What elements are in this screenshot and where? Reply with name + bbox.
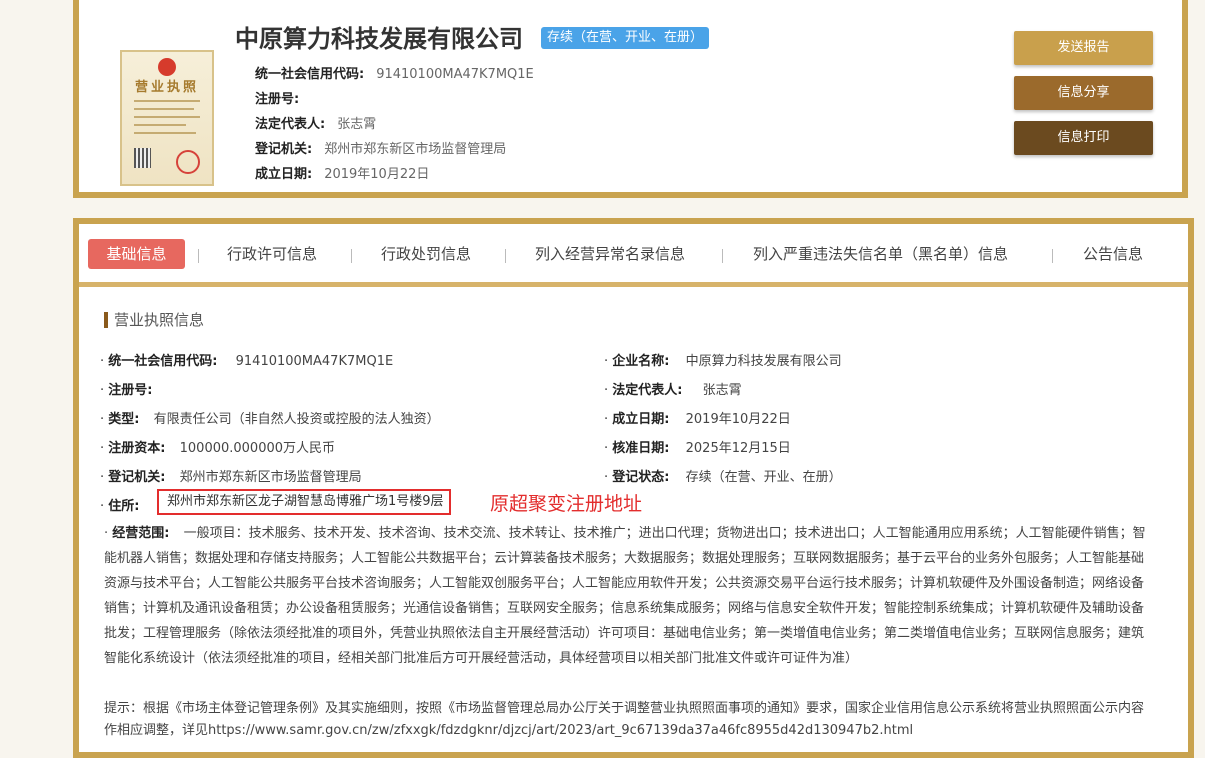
tab-divider: [505, 249, 506, 263]
field-capital: · 注册资本: 100000.000000万人民币: [100, 437, 335, 456]
info-tabs: 基础信息 行政许可信息 行政处罚信息 列入经营异常名录信息 列入严重违法失信名单…: [79, 224, 1188, 287]
reg-no-label: 注册号:: [255, 92, 300, 107]
address-highlight-box: 郑州市郑东新区龙子湖智慧岛博雅广场1号楼9层: [157, 489, 451, 515]
tab-admin-penalty[interactable]: 行政处罚信息: [381, 239, 471, 269]
field-label: 住所:: [108, 499, 140, 514]
field-value: 2025年12月15日: [685, 441, 791, 456]
credit-code-value: 91410100MA47K7MQ1E: [376, 67, 534, 82]
field-label: 注册资本:: [108, 441, 166, 456]
scope-label: 经营范围:: [112, 526, 170, 541]
field-label: 注册号:: [108, 383, 153, 398]
field-credit-code: · 统一社会信用代码: 91410100MA47K7MQ1E: [100, 350, 393, 369]
business-license-thumbnail[interactable]: 营业执照: [120, 50, 214, 186]
license-text-line: [134, 100, 200, 102]
field-value: 100000.000000万人民币: [179, 441, 336, 456]
bullet: ·: [100, 412, 105, 427]
founded-row: 成立日期: 2019年10月22日: [255, 163, 429, 182]
license-text-line: [134, 132, 196, 134]
field-value: 91410100MA47K7MQ1E: [235, 354, 394, 369]
authority-label: 登记机关:: [255, 142, 313, 157]
license-title: 营业执照: [134, 80, 199, 95]
scope-text: 一般项目：技术服务、技术开发、技术咨询、技术交流、技术转让、技术推广；进出口代理…: [104, 526, 1146, 666]
basic-info-card: 基础信息 行政许可信息 行政处罚信息 列入经营异常名录信息 列入严重违法失信名单…: [73, 218, 1194, 758]
founded-value: 2019年10月22日: [324, 167, 430, 182]
field-founded: · 成立日期: 2019年10月22日: [604, 408, 791, 427]
founded-label: 成立日期:: [255, 167, 313, 182]
field-value: 郑州市郑东新区市场监督管理局: [179, 470, 362, 485]
field-address-label: · 住所:: [100, 495, 139, 514]
field-label: 统一社会信用代码:: [108, 354, 218, 369]
company-header-card: 营业执照 中原算力科技发展有限公司 存续（在营、开业、在册） 统一社会信用代码:…: [73, 0, 1188, 198]
credit-code-label: 统一社会信用代码:: [255, 67, 365, 82]
field-label: 登记状态:: [612, 470, 670, 485]
bullet: ·: [604, 470, 609, 485]
field-type: · 类型: 有限责任公司（非自然人投资或控股的法人独资）: [100, 408, 440, 427]
bullet: ·: [100, 499, 105, 514]
share-info-button[interactable]: 信息分享: [1014, 76, 1153, 110]
official-seal-icon: [176, 150, 200, 174]
bullet: ·: [604, 412, 609, 427]
tab-announcements[interactable]: 公告信息: [1083, 239, 1143, 269]
bullet: ·: [100, 470, 105, 485]
print-info-button[interactable]: 信息打印: [1014, 121, 1153, 155]
tab-divider: [351, 249, 352, 263]
authority-row: 登记机关: 郑州市郑东新区市场监督管理局: [255, 138, 506, 157]
field-reg-no: · 注册号:: [100, 379, 152, 398]
field-label: 类型:: [108, 412, 140, 427]
section-title: 营业执照信息: [104, 312, 204, 328]
tab-divider: [722, 249, 723, 263]
bullet: ·: [104, 526, 109, 541]
qr-code-icon: [134, 148, 151, 168]
field-value: 存续（在营、开业、在册）: [685, 470, 842, 485]
field-label: 法定代表人:: [612, 383, 683, 398]
business-scope: · 经营范围: 一般项目：技术服务、技术开发、技术咨询、技术交流、技术转让、技术…: [104, 521, 1156, 671]
legal-rep-value: 张志霄: [337, 117, 377, 132]
bullet: ·: [100, 441, 105, 456]
tab-divider: [1052, 249, 1053, 263]
address-annotation: 原超聚变注册地址: [490, 493, 643, 515]
tab-basic-info[interactable]: 基础信息: [88, 239, 185, 269]
license-text-line: [134, 108, 194, 110]
reg-no-row: 注册号:: [255, 88, 311, 107]
legal-rep-label: 法定代表人:: [255, 117, 326, 132]
tab-divider: [198, 249, 199, 263]
license-text-line: [134, 116, 200, 118]
credit-code-row: 统一社会信用代码: 91410100MA47K7MQ1E: [255, 63, 534, 82]
license-text-line: [134, 124, 186, 126]
tab-admin-license[interactable]: 行政许可信息: [227, 239, 317, 269]
field-legal-rep: · 法定代表人: 张志霄: [604, 379, 742, 398]
tab-blacklist[interactable]: 列入严重违法失信名单（黑名单）信息: [753, 239, 1008, 269]
field-label: 企业名称:: [612, 354, 670, 369]
notice-tip: 提示：根据《市场主体登记管理条例》及其实施细则，按照《市场监督管理总局办公厅关于…: [104, 701, 1145, 738]
status-badge: 存续（在营、开业、在册）: [541, 27, 710, 49]
tab-abnormal-list[interactable]: 列入经营异常名录信息: [535, 239, 685, 269]
field-value: 2019年10月22日: [685, 412, 791, 427]
bullet: ·: [604, 441, 609, 456]
bullet: ·: [100, 354, 105, 369]
authority-value: 郑州市郑东新区市场监督管理局: [324, 142, 507, 157]
legal-rep-row: 法定代表人: 张志霄: [255, 113, 376, 132]
field-company-name: · 企业名称: 中原算力科技发展有限公司: [604, 350, 842, 369]
national-emblem-icon: [158, 58, 176, 76]
field-value: 有限责任公司（非自然人投资或控股的法人独资）: [153, 412, 440, 427]
company-name: 中原算力科技发展有限公司: [235, 25, 523, 53]
field-label: 核准日期:: [612, 441, 670, 456]
send-report-button[interactable]: 发送报告: [1014, 31, 1153, 65]
bullet: ·: [100, 383, 105, 398]
field-approved: · 核准日期: 2025年12月15日: [604, 437, 791, 456]
field-reg-status: · 登记状态: 存续（在营、开业、在册）: [604, 466, 842, 485]
field-label: 登记机关:: [108, 470, 166, 485]
bullet: ·: [604, 383, 609, 398]
field-authority: · 登记机关: 郑州市郑东新区市场监督管理局: [100, 466, 362, 485]
field-value: 中原算力科技发展有限公司: [685, 354, 842, 369]
bullet: ·: [604, 354, 609, 369]
field-value: 张志霄: [702, 383, 742, 398]
field-label: 成立日期:: [612, 412, 670, 427]
